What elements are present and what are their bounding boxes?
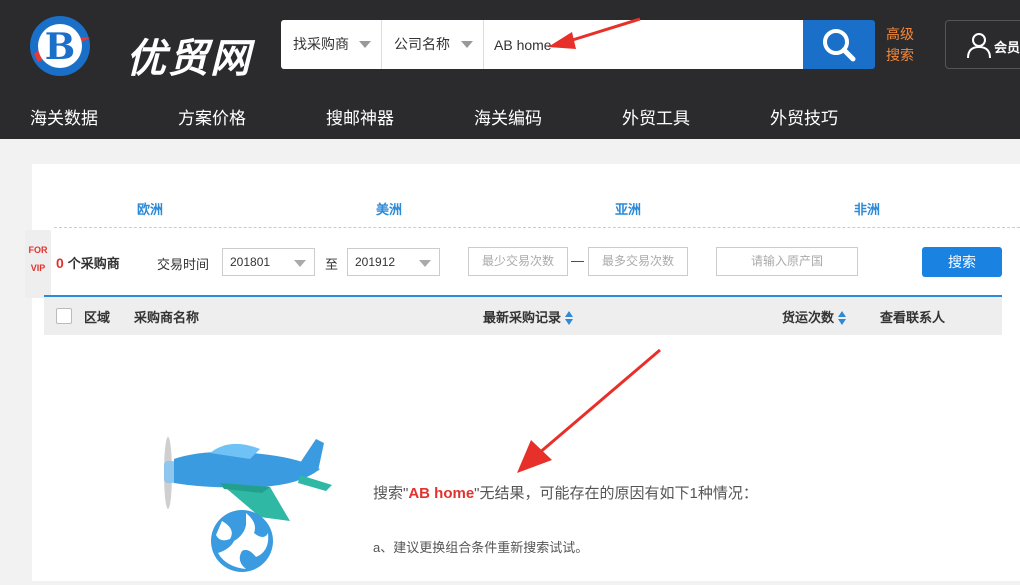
search-field-value: 公司名称 bbox=[394, 36, 450, 52]
date-from-value: 201801 bbox=[230, 255, 271, 269]
member-label: 会员 bbox=[994, 40, 1020, 55]
column-shipments-label: 货运次数 bbox=[782, 310, 835, 325]
site-logo[interactable]: B 优贸网 bbox=[28, 14, 258, 82]
sort-icon[interactable] bbox=[838, 310, 847, 325]
top-bar: B 优贸网 找采购商 公司名称 高级 搜索 会员 bbox=[0, 0, 1020, 139]
column-latest-record[interactable]: 最新采购记录 bbox=[483, 307, 574, 326]
region-tab-europe[interactable]: 欧洲 bbox=[137, 199, 163, 218]
min-trades-input[interactable]: 最少交易次数 bbox=[468, 247, 568, 276]
sort-icon[interactable] bbox=[565, 310, 574, 325]
vip-badge-line1: FOR bbox=[28, 245, 48, 255]
trade-time-label: 交易时间 bbox=[157, 257, 210, 272]
search-box: 找采购商 公司名称 bbox=[281, 20, 803, 69]
chevron-down-icon bbox=[294, 260, 306, 267]
no-result-message: 搜索"AB home"无结果，可能存在的原因有如下1种情况： bbox=[373, 482, 758, 503]
region-tab-africa[interactable]: 非洲 bbox=[854, 199, 880, 218]
max-trades-input[interactable]: 最多交易次数 bbox=[588, 247, 688, 276]
vip-badge-line2: VIP bbox=[30, 263, 46, 273]
user-icon bbox=[967, 33, 991, 59]
main-nav: 海关数据 方案价格 搜邮神器 海关编码 外贸工具 外贸技巧 bbox=[0, 92, 1020, 138]
column-region: 区域 bbox=[84, 310, 111, 325]
column-buyer-name: 采购商名称 bbox=[134, 310, 200, 325]
date-range-separator: 至 bbox=[325, 257, 339, 272]
advanced-search-link[interactable]: 高级 搜索 bbox=[886, 24, 926, 66]
region-tab-asia[interactable]: 亚洲 bbox=[615, 199, 641, 218]
no-result-suffix: "无结果，可能存在的原因有如下1种情况： bbox=[474, 485, 758, 502]
no-result-prefix: 搜索" bbox=[373, 485, 409, 502]
select-all-checkbox[interactable] bbox=[56, 308, 72, 324]
buyer-count-number: 0 bbox=[56, 255, 64, 271]
vip-badge[interactable]: FOR VIP bbox=[25, 230, 51, 298]
search-type-value: 找采购商 bbox=[293, 36, 349, 52]
divider bbox=[54, 227, 1020, 228]
date-to-select[interactable]: 201912 bbox=[347, 248, 440, 276]
column-contacts: 查看联系人 bbox=[880, 310, 946, 325]
advanced-search-line2: 搜索 bbox=[886, 47, 914, 63]
member-button[interactable]: 会员 bbox=[945, 20, 1020, 69]
logo-emblem-icon: B bbox=[30, 16, 90, 76]
filter-search-button[interactable]: 搜索 bbox=[922, 247, 1002, 277]
search-icon bbox=[823, 29, 856, 62]
no-result-keyword: AB home bbox=[408, 485, 475, 502]
date-from-select[interactable]: 201801 bbox=[222, 248, 315, 276]
region-tab-americas[interactable]: 美洲 bbox=[376, 199, 402, 218]
nav-item-trade-tips[interactable]: 外贸技巧 bbox=[770, 104, 838, 129]
logo-letter: B bbox=[45, 26, 75, 68]
origin-country-input[interactable]: 请输入原产国 bbox=[716, 247, 858, 276]
chevron-down-icon bbox=[461, 41, 473, 48]
search-button[interactable] bbox=[803, 20, 875, 69]
date-to-value: 201912 bbox=[355, 255, 396, 269]
column-shipments[interactable]: 货运次数 bbox=[782, 307, 847, 326]
logo-text: 优贸网 bbox=[126, 35, 252, 82]
nav-item-hs-code[interactable]: 海关编码 bbox=[474, 104, 542, 129]
buyer-count-suffix: 个采购商 bbox=[67, 256, 120, 271]
search-input[interactable] bbox=[484, 20, 803, 69]
nav-item-trade-tools[interactable]: 外贸工具 bbox=[622, 104, 690, 129]
no-result-reason: a、建议更换组合条件重新搜索试试。 bbox=[373, 540, 589, 555]
column-latest-record-label: 最新采购记录 bbox=[483, 310, 562, 325]
nav-item-email-finder[interactable]: 搜邮神器 bbox=[326, 104, 394, 129]
buyer-count: 0 个采购商 bbox=[56, 253, 120, 272]
nav-item-customs-data[interactable]: 海关数据 bbox=[30, 104, 98, 129]
advanced-search-line1: 高级 bbox=[886, 26, 914, 42]
results-table-header: 区域 采购商名称 最新采购记录 货运次数 查看联系人 bbox=[44, 297, 1002, 335]
nav-item-pricing[interactable]: 方案价格 bbox=[178, 104, 246, 129]
search-type-select[interactable]: 找采购商 bbox=[281, 20, 382, 69]
chevron-down-icon bbox=[359, 41, 371, 48]
chevron-down-icon bbox=[419, 260, 431, 267]
airplane-globe-illustration bbox=[164, 437, 332, 572]
search-field-select[interactable]: 公司名称 bbox=[382, 20, 484, 69]
trades-range-separator: — bbox=[571, 253, 584, 268]
